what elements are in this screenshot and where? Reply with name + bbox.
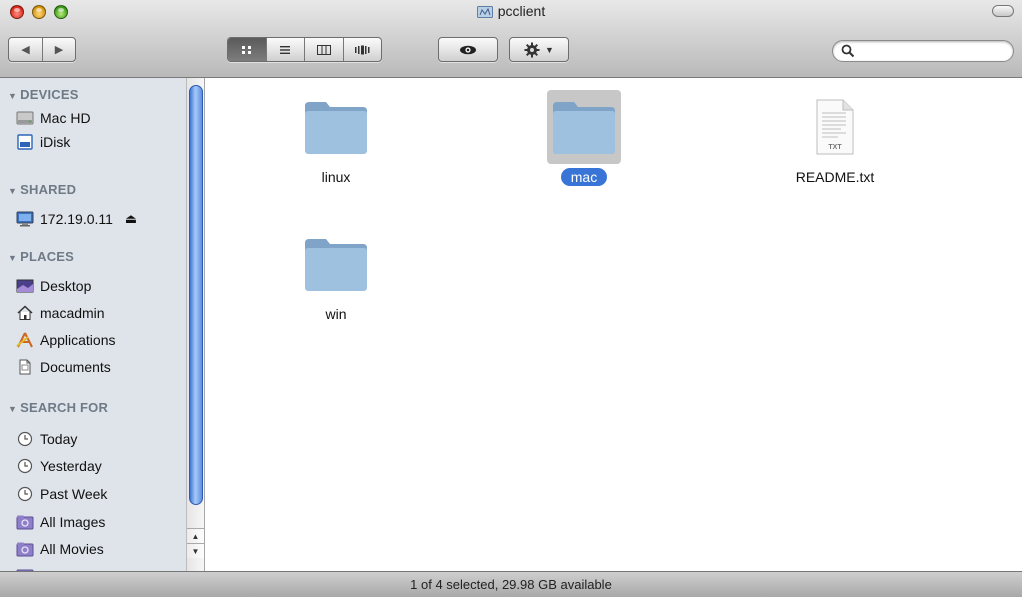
status-bar: 1 of 4 selected, 29.98 GB available	[0, 571, 1022, 597]
sidebar-item-network-server[interactable]: 172.19.0.11 ⏏	[16, 208, 184, 230]
file-item-linux[interactable]: linux	[276, 90, 396, 200]
list-view-button[interactable]	[265, 38, 305, 61]
disclosure-triangle-icon: ▼	[8, 404, 18, 414]
idisk-icon	[16, 133, 34, 151]
desktop-icon	[16, 277, 34, 295]
sidebar-item-documents[interactable]: Documents	[16, 356, 184, 378]
smart-folder-icon	[16, 540, 34, 558]
file-name: linux	[321, 169, 351, 185]
scroll-up-button[interactable]: ▲	[187, 528, 204, 543]
file-item-readme[interactable]: TXT README.txt	[775, 90, 895, 200]
applications-icon	[16, 331, 34, 349]
sidebar-item-idisk[interactable]: iDisk	[16, 131, 184, 153]
list-view-icon	[280, 45, 291, 54]
eject-icon[interactable]: ⏏	[125, 211, 137, 227]
column-view-button[interactable]	[304, 38, 343, 61]
toolbar-toggle-button[interactable]	[992, 5, 1014, 17]
clock-icon	[16, 485, 34, 503]
sidebar-item-macadmin[interactable]: macadmin	[16, 302, 184, 324]
status-text: 1 of 4 selected, 29.98 GB available	[410, 577, 612, 592]
sidebar-item-all-movies[interactable]: All Movies	[16, 538, 184, 560]
icon-view-icon	[241, 45, 251, 54]
file-name: win	[325, 306, 347, 322]
harddisk-icon	[16, 109, 34, 127]
window-title-bar: pcclient	[0, 3, 1022, 21]
scroll-down-button[interactable]: ▼	[187, 543, 204, 558]
navigation-buttons: ◀ ▶	[8, 37, 76, 62]
network-folder-icon	[476, 5, 493, 18]
action-menu-button[interactable]: ▼	[509, 37, 569, 62]
folder-icon	[299, 90, 373, 164]
network-computer-icon	[16, 210, 34, 228]
sidebar-item-desktop[interactable]: Desktop	[16, 275, 184, 297]
chevron-down-icon: ▼	[545, 44, 554, 55]
eye-icon	[460, 45, 476, 54]
sidebar-item-yesterday[interactable]: Yesterday	[16, 455, 184, 477]
coverflow-view-button[interactable]	[342, 38, 382, 61]
column-view-icon	[316, 44, 331, 55]
sidebar-item-all-images[interactable]: All Images	[16, 511, 184, 533]
file-browser-content: linux mac TXT README.txt win	[206, 78, 1022, 571]
up-arrow-icon: ▲	[191, 531, 200, 541]
folder-icon	[547, 90, 621, 164]
documents-icon	[16, 358, 34, 376]
sidebar-scrollbar[interactable]: ▲ ▼	[186, 78, 204, 571]
back-arrow-icon: ◀	[21, 44, 30, 56]
search-field[interactable]	[832, 40, 1014, 62]
text-document-icon: TXT	[798, 90, 872, 164]
disclosure-triangle-icon: ▼	[8, 253, 18, 263]
forward-arrow-icon: ▶	[54, 44, 64, 56]
sidebar-item-past-week[interactable]: Past Week	[16, 483, 184, 505]
file-item-mac[interactable]: mac	[524, 90, 644, 200]
svg-text:TXT: TXT	[828, 144, 842, 151]
search-input[interactable]	[859, 43, 1009, 59]
sidebar: ▼ DEVICES Mac HD iDisk ▼ SHARED 172.19.0.1…	[0, 78, 205, 571]
disclosure-triangle-icon: ▼	[8, 186, 18, 196]
quick-look-button[interactable]	[438, 37, 498, 62]
down-arrow-icon: ▼	[191, 546, 200, 556]
file-name: README.txt	[795, 169, 875, 185]
view-mode-buttons	[227, 37, 382, 62]
clock-icon	[16, 457, 34, 475]
home-icon	[16, 304, 34, 322]
sidebar-item-mac-hd[interactable]: Mac HD	[16, 107, 184, 129]
sidebar-item-partial[interactable]	[16, 564, 184, 571]
icon-view-button[interactable]	[228, 38, 266, 61]
smart-folder-icon	[16, 513, 34, 531]
window-title: pcclient	[497, 3, 546, 19]
sidebar-heading-search-for[interactable]: ▼ SEARCH FOR	[8, 400, 108, 415]
file-name: mac	[560, 168, 608, 186]
coverflow-view-icon	[355, 45, 370, 54]
sidebar-item-applications[interactable]: Applications	[16, 329, 184, 351]
sidebar-heading-shared[interactable]: ▼ SHARED	[8, 182, 76, 197]
window-toolbar: pcclient ◀ ▶ ▼	[0, 0, 1022, 78]
disclosure-triangle-icon: ▼	[8, 91, 18, 101]
folder-icon	[299, 227, 373, 301]
sidebar-heading-devices[interactable]: ▼ DEVICES	[8, 87, 79, 102]
sidebar-item-today[interactable]: Today	[16, 428, 184, 450]
forward-button[interactable]: ▶	[41, 38, 75, 61]
scrollbar-thumb[interactable]	[189, 85, 203, 505]
sidebar-heading-places[interactable]: ▼ PLACES	[8, 249, 74, 264]
clock-icon	[16, 430, 34, 448]
gear-icon	[524, 42, 540, 57]
back-button[interactable]: ◀	[9, 38, 42, 61]
search-icon	[841, 44, 855, 58]
file-item-win[interactable]: win	[276, 227, 396, 337]
